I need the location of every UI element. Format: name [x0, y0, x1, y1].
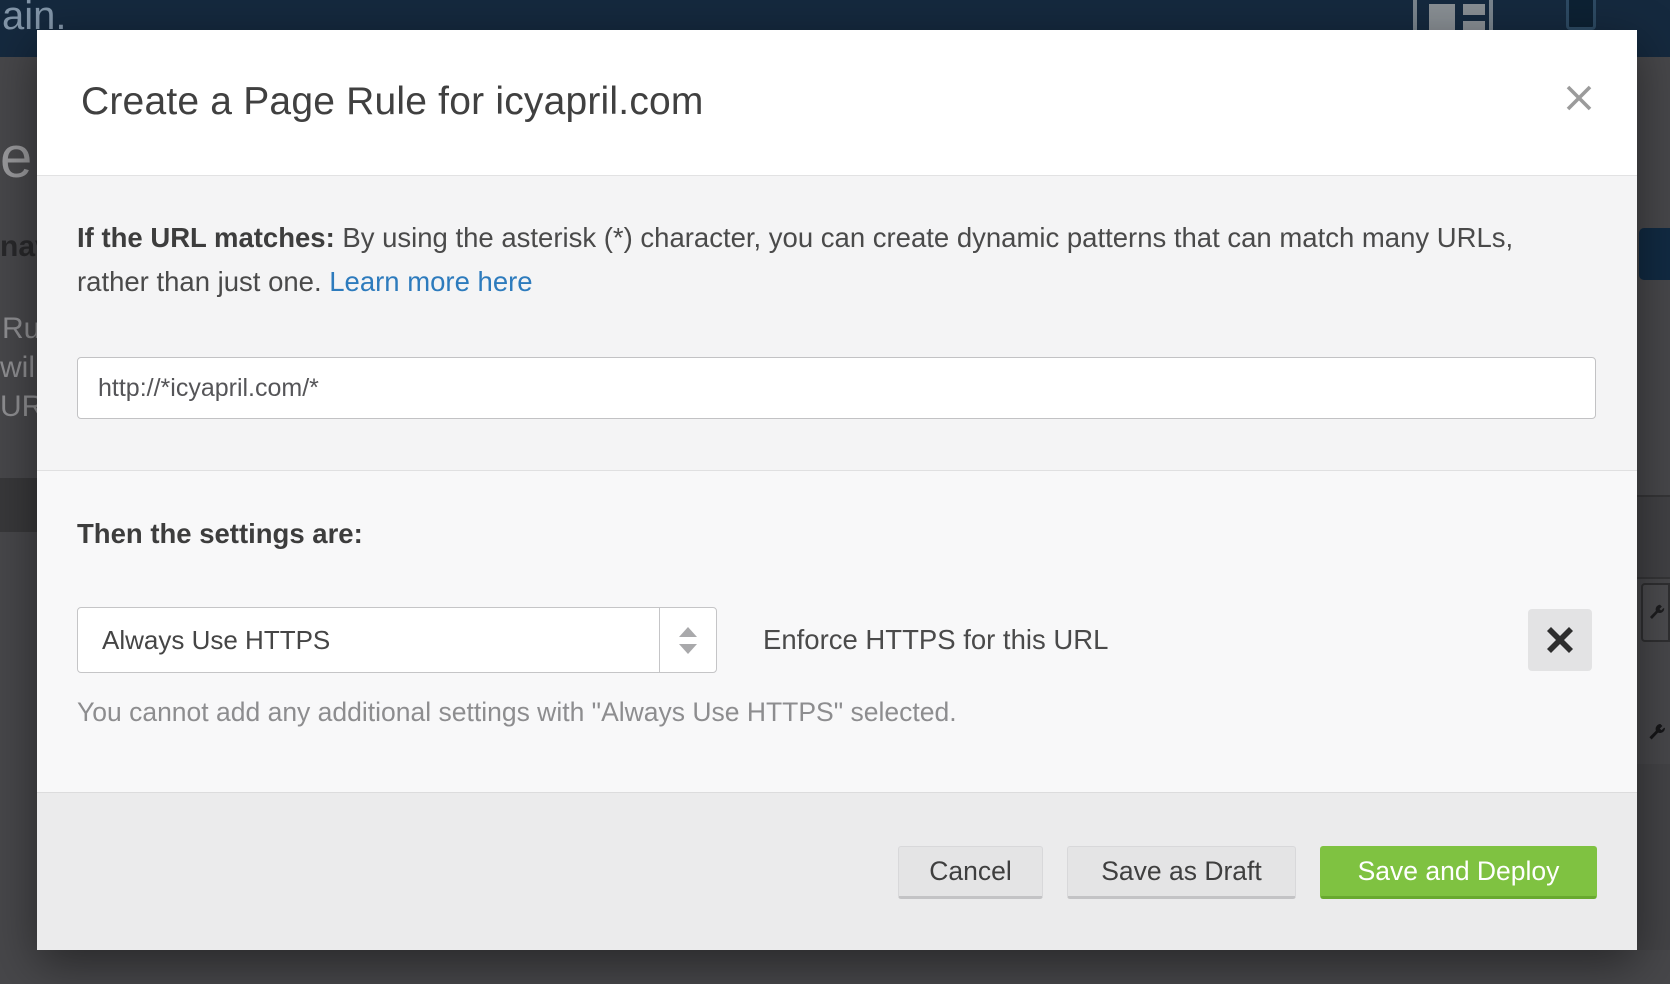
create-page-rule-dialog: Create a Page Rule for icyapril.com If t… — [37, 30, 1637, 950]
footer-buttons: Cancel Save as Draft Save and Deploy — [898, 846, 1597, 899]
wrench-icon — [1641, 583, 1670, 642]
url-match-label: If the URL matches: — [77, 222, 335, 253]
url-pattern-input[interactable] — [77, 357, 1596, 419]
setting-row: Always Use HTTPS Enforce HTTPS for this … — [37, 607, 1637, 673]
setting-description: Enforce HTTPS for this URL — [763, 607, 1108, 673]
background-text-fragment: Ru — [2, 312, 40, 346]
settings-section: Then the settings are: Always Use HTTPS … — [37, 470, 1637, 792]
dialog-header: Create a Page Rule for icyapril.com — [37, 30, 1637, 175]
background-fragment — [1637, 764, 1670, 950]
select-stepper-icon — [659, 608, 716, 672]
notification-icon — [1566, 0, 1596, 30]
setting-note: You cannot add any additional settings w… — [77, 697, 957, 728]
setting-select[interactable]: Always Use HTTPS — [77, 607, 717, 673]
save-and-deploy-button[interactable]: Save and Deploy — [1320, 846, 1597, 899]
remove-setting-icon — [1545, 625, 1575, 655]
background-button-fragment — [1639, 228, 1670, 280]
remove-setting-button[interactable] — [1528, 609, 1592, 671]
url-match-description: If the URL matches: By using the asteris… — [77, 216, 1567, 304]
wrench-icon — [1644, 716, 1670, 750]
background-text-fragment: will — [0, 351, 42, 385]
learn-more-link[interactable]: Learn more here — [329, 266, 532, 297]
save-as-draft-button[interactable]: Save as Draft — [1067, 846, 1296, 899]
dialog-title: Create a Page Rule for icyapril.com — [81, 80, 704, 124]
screen: ain. e nav Ru will UR Create a Page Rule… — [0, 0, 1670, 984]
url-match-section: If the URL matches: By using the asteris… — [37, 175, 1637, 470]
settings-heading: Then the settings are: — [77, 518, 363, 550]
cancel-button[interactable]: Cancel — [898, 846, 1043, 899]
background-table-header-fragment — [0, 478, 37, 532]
background-text-fragment: e — [0, 124, 32, 191]
dialog-footer: Cancel Save as Draft Save and Deploy — [37, 792, 1637, 950]
close-icon[interactable] — [1555, 74, 1603, 122]
background-row-fragment — [1637, 495, 1670, 579]
setting-select-value: Always Use HTTPS — [102, 608, 330, 672]
